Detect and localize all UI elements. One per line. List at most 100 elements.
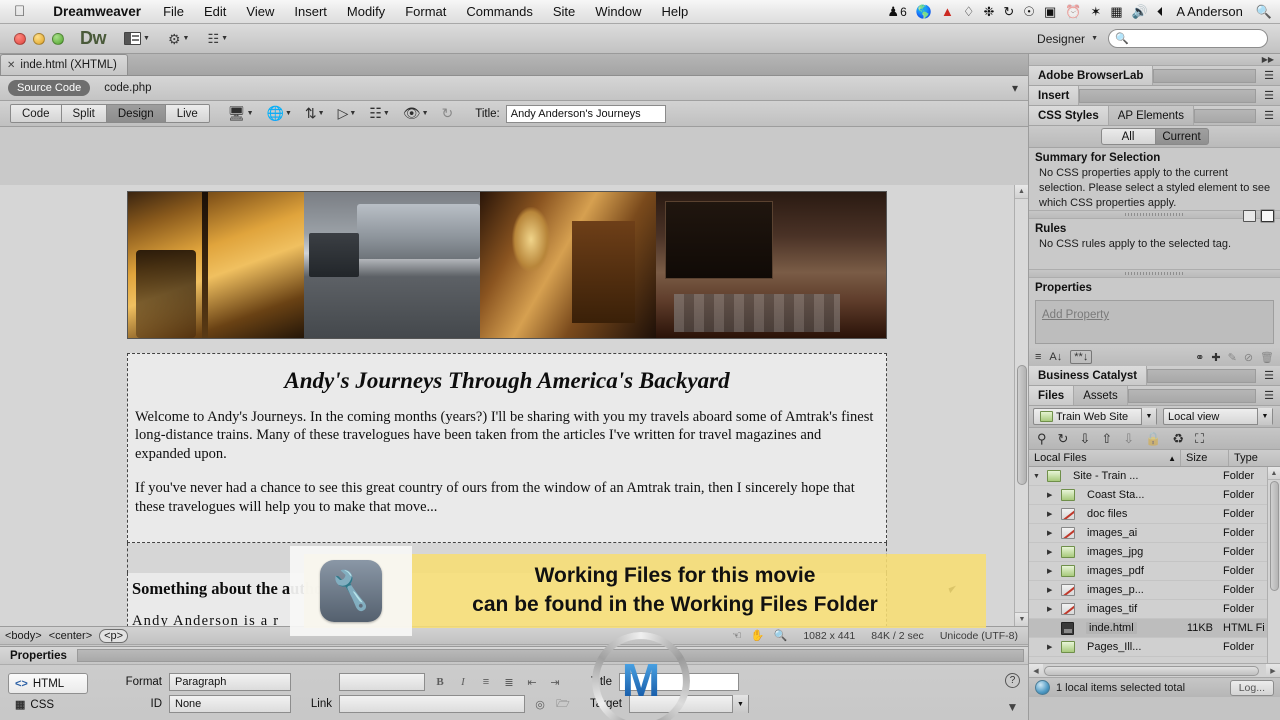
layout-switcher-icon[interactable]: ▼: [124, 32, 150, 45]
connect-icon[interactable]: ⚲: [1037, 431, 1047, 447]
expand-triangle-icon[interactable]: ▶: [1047, 605, 1057, 613]
document-tab[interactable]: ✕ inde.html (XHTML): [0, 54, 128, 75]
business-catalyst-panel-header[interactable]: Business Catalyst ☰: [1029, 366, 1280, 386]
window-size-value[interactable]: 1082 x 441: [803, 630, 855, 642]
canvas-vertical-scrollbar[interactable]: ▲ ▼: [1014, 185, 1028, 626]
refresh-icon[interactable]: ↻: [1003, 5, 1014, 18]
file-management-icon[interactable]: ⇅ ▼: [305, 105, 325, 122]
tab-css-styles[interactable]: CSS Styles: [1029, 106, 1109, 125]
table-row[interactable]: ▶ images_ai Folder: [1029, 524, 1280, 543]
menu-edit[interactable]: Edit: [194, 4, 236, 19]
collapse-dock-icon[interactable]: ▶▶: [1029, 54, 1280, 66]
put-files-icon[interactable]: ⇧: [1101, 431, 1112, 447]
link-input[interactable]: [339, 695, 525, 713]
italic-icon[interactable]: I: [455, 674, 471, 690]
scroll-thumb[interactable]: [1270, 481, 1279, 591]
volume-icon[interactable]: 🔊: [1132, 5, 1148, 18]
globe-sync-icon[interactable]: 🌎: [916, 5, 932, 18]
check-in-icon[interactable]: 🔒: [1145, 431, 1161, 447]
css-property-list[interactable]: Add Property: [1035, 300, 1274, 344]
view-split-button[interactable]: Split: [61, 105, 107, 122]
table-row[interactable]: ▶ Coast Sta... Folder: [1029, 486, 1280, 505]
expand-triangle-icon[interactable]: ▶: [1047, 510, 1057, 518]
tab-assets[interactable]: Assets: [1074, 386, 1128, 405]
user-badge-icon[interactable]: ♟ 6: [887, 5, 906, 18]
files-tree[interactable]: ▼ Site - Train ... Folder ▶ Coast Sta...…: [1029, 467, 1280, 663]
expand-triangle-icon[interactable]: ▶: [1047, 529, 1057, 537]
get-files-icon[interactable]: ⇩: [1079, 431, 1090, 447]
point-to-file-icon[interactable]: ◎: [532, 696, 548, 712]
panel-menu-icon[interactable]: ☰: [1258, 369, 1280, 382]
paw-icon[interactable]: ❉: [983, 5, 994, 18]
insert-tab[interactable]: Insert: [1029, 86, 1080, 105]
add-property-link[interactable]: Add Property: [1042, 309, 1109, 321]
indent-icon[interactable]: ⇥: [547, 674, 563, 690]
column-type[interactable]: Type: [1229, 450, 1280, 466]
expand-triangle-icon[interactable]: ▶: [1047, 548, 1057, 556]
menu-app-name[interactable]: Dreamweaver: [41, 4, 153, 19]
menu-file[interactable]: File: [153, 4, 194, 19]
source-code-button[interactable]: Source Code: [8, 80, 91, 96]
id-select[interactable]: None: [169, 695, 291, 713]
apple-logo-icon[interactable]: : [0, 4, 41, 19]
intro-content-block[interactable]: Andy's Journeys Through America's Backya…: [127, 353, 887, 544]
tab-ap-elements[interactable]: AP Elements: [1108, 106, 1194, 125]
live-view-inspect-icon[interactable]: 👁 ▼: [403, 105, 429, 122]
preview-browser-icon[interactable]: 🌐 ▼: [267, 105, 292, 122]
select-tool-icon[interactable]: ☜: [732, 629, 742, 642]
view-code-button[interactable]: Code: [11, 105, 62, 122]
ordered-list-icon[interactable]: ≣: [501, 674, 517, 690]
menu-site[interactable]: Site: [543, 4, 585, 19]
maximize-button[interactable]: [52, 32, 64, 45]
expand-triangle-icon[interactable]: ▶: [1047, 586, 1057, 594]
scroll-thumb[interactable]: [1017, 365, 1027, 485]
new-rule-icon[interactable]: ✚: [1211, 351, 1220, 364]
cone-icon[interactable]: ▲: [941, 5, 954, 18]
calendar-icon[interactable]: ▦: [1110, 5, 1122, 18]
hand-tool-icon[interactable]: ✋: [751, 629, 765, 642]
panel-menu-icon[interactable]: ☰: [1258, 89, 1280, 102]
edit-rule-icon[interactable]: ✎: [1228, 351, 1237, 364]
table-row[interactable]: ▶ images_p... Folder: [1029, 581, 1280, 600]
doc-title-input[interactable]: Andy Anderson's Journeys: [505, 104, 666, 123]
visual-aids-icon[interactable]: ▷ ▼: [338, 105, 357, 122]
menu-window[interactable]: Window: [585, 4, 651, 19]
disable-rule-icon[interactable]: ⊘: [1244, 351, 1253, 364]
site-selector[interactable]: Train Web Site ▼: [1033, 408, 1157, 425]
workspace-switcher[interactable]: Designer ▼: [1037, 32, 1098, 46]
view-live-button[interactable]: Live: [165, 105, 209, 122]
list-view-icon[interactable]: A↓: [1049, 351, 1062, 363]
browse-folder-icon[interactable]: 🗁: [555, 696, 571, 712]
filter-related-files-icon[interactable]: ▾: [1012, 81, 1028, 95]
expand-icon[interactable]: ⛶: [1195, 431, 1204, 447]
accessibility-icon[interactable]: ☉: [1023, 5, 1035, 18]
menu-view[interactable]: View: [236, 4, 284, 19]
business-catalyst-tab[interactable]: Business Catalyst: [1029, 366, 1148, 385]
insert-panel-header[interactable]: Insert ☰: [1029, 86, 1280, 106]
minimize-button[interactable]: [33, 32, 45, 45]
expand-triangle-icon[interactable]: ▼: [1033, 473, 1043, 480]
scroll-down-arrow-icon[interactable]: ▼: [1015, 612, 1028, 626]
log-button[interactable]: Log...: [1229, 679, 1274, 696]
help-search-input[interactable]: 🔍: [1108, 29, 1268, 48]
close-icon[interactable]: ✕: [7, 60, 15, 71]
tag-body[interactable]: <body>: [5, 630, 42, 642]
menu-insert[interactable]: Insert: [284, 4, 337, 19]
mac-user-name[interactable]: A Anderson: [1172, 4, 1247, 19]
scroll-thumb[interactable]: [1044, 666, 1259, 676]
view-selector[interactable]: Local view ▼: [1163, 408, 1273, 425]
css-mode-button[interactable]: ▦ CSS: [8, 694, 88, 715]
scroll-up-arrow-icon[interactable]: ▲: [1268, 467, 1280, 480]
table-row[interactable]: inde.html 11KB HTML Fi: [1029, 619, 1280, 638]
unordered-list-icon[interactable]: ≡: [478, 674, 494, 690]
close-button[interactable]: [14, 32, 26, 45]
bluetooth-icon[interactable]: ✶: [1090, 5, 1101, 18]
table-row[interactable]: ▶ doc files Folder: [1029, 505, 1280, 524]
browserlab-panel-header[interactable]: Adobe BrowserLab ☰: [1029, 66, 1280, 86]
category-view-icon[interactable]: ≡: [1035, 351, 1041, 363]
delete-rule-icon[interactable]: 🗑: [1260, 351, 1274, 364]
column-size[interactable]: Size: [1181, 450, 1229, 466]
table-row[interactable]: ▶ Pages_Ill... Folder: [1029, 638, 1280, 657]
properties-splitter[interactable]: [1029, 269, 1280, 278]
browserlab-tab[interactable]: Adobe BrowserLab: [1029, 66, 1154, 85]
